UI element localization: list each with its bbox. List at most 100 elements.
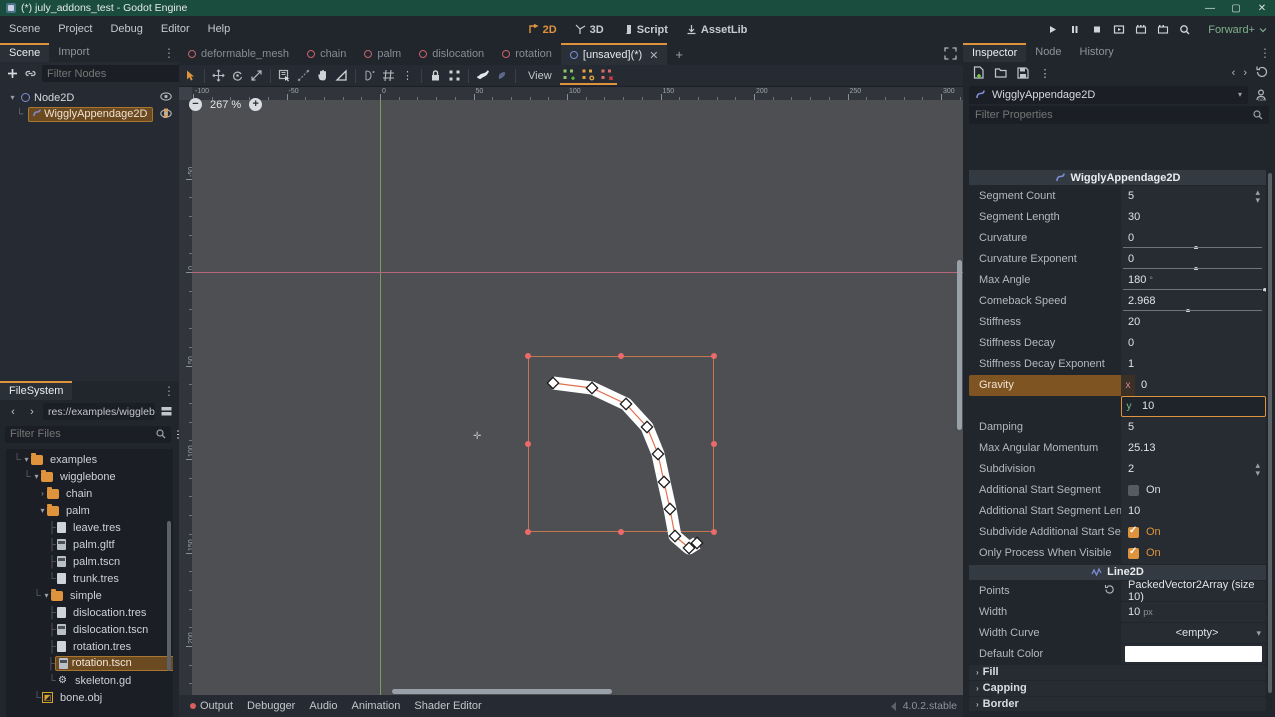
property-value-field[interactable]: 2 ▴ ▾ [1121,459,1266,480]
maximize-button[interactable]: ▢ [1223,0,1249,16]
list-select-icon[interactable] [275,66,294,85]
expand-arrow-icon[interactable]: › [38,489,47,498]
inspector-back-icon[interactable]: ‹ [1232,67,1236,79]
inspector-forward-icon[interactable]: › [1243,67,1247,79]
pause-icon[interactable] [1064,19,1085,40]
inspector-menu-icon[interactable]: ⋮ [1259,46,1271,60]
fs-item-rotation-tscn[interactable]: ├ rotation.tscn [6,655,173,672]
canvas-surface[interactable]: ✛ [192,100,963,695]
property-value-field[interactable]: x 0 [1121,375,1266,396]
bottom-panel-debugger[interactable]: Debugger [240,700,302,712]
tab-3d[interactable]: 3D [567,21,612,39]
property-value-field[interactable]: 10 px [1121,601,1266,622]
tab-assetlib[interactable]: AssetLib [678,21,755,39]
visibility-toggle-icon[interactable] [160,108,172,121]
new-scene-tab-button[interactable]: + [667,43,691,65]
bone-icon[interactable] [473,66,492,85]
fs-item-dislocation-tres[interactable]: ├ dislocation.tres [6,604,173,621]
property-value-field[interactable]: 20 [1121,312,1266,333]
tab-import[interactable]: Import [49,43,98,62]
property-value-field[interactable]: 180 ° [1121,270,1266,292]
tab-scene[interactable]: Scene [0,43,50,62]
renderer-selector[interactable]: Forward+ [1204,24,1271,36]
path-display[interactable]: res://examples/wigglebo [43,403,155,420]
fs-item-trunk-tres[interactable]: └ trunk.tres [6,570,173,587]
debug-icon[interactable] [1174,19,1195,40]
new-resource-icon[interactable] [971,65,987,81]
filter-nodes-field[interactable] [47,67,189,80]
pan-icon[interactable] [313,66,332,85]
chevron-down-icon[interactable]: ▾ [1238,90,1242,99]
filter-files-field[interactable] [10,428,152,440]
back-icon[interactable]: ‹ [5,404,21,420]
inspector-history-icon[interactable] [1255,65,1269,82]
camera-icon[interactable] [1152,19,1173,40]
bottom-panel-animation[interactable]: Animation [345,700,408,712]
fs-item-examples[interactable]: └ ▾ examples [6,451,173,468]
revert-icon[interactable] [1104,584,1115,598]
snap-more-icon[interactable]: ⋮ [398,66,417,85]
group-fill[interactable]: › Fill [969,664,1266,680]
property-value-field[interactable]: 2.968 [1121,291,1266,313]
tab-filesystem[interactable]: FileSystem [0,381,73,400]
skeleton-icon[interactable] [492,66,511,85]
filesystem-scrollbar[interactable] [167,521,171,671]
property-value-field[interactable]: PackedVector2Array (size 10) [1121,579,1266,603]
checkbox-unchecked[interactable] [1128,484,1139,496]
snap-icon[interactable] [360,66,379,85]
ruler-icon[interactable] [294,66,313,85]
property-value-field[interactable]: 10 [1121,501,1266,522]
scene-node-wigglyappendage2d[interactable]: └ WigglyAppendage2D [0,106,179,123]
checkbox-checked[interactable] [1128,546,1139,559]
property-value-field[interactable]: 0 [1121,249,1266,271]
fs-item-dislocation-tscn[interactable]: ├ dislocation.tscn [6,621,173,638]
scene-tab-palm[interactable]: palm [355,43,410,65]
fs-item-palm-gltf[interactable]: ├ palm.gltf [6,536,173,553]
property-value-field[interactable] [1121,643,1266,664]
inspector-scrollbar[interactable] [1268,173,1272,693]
zoom-in-button[interactable]: + [249,98,263,111]
fs-item-chain[interactable]: › chain [6,485,173,502]
tab-history[interactable]: History [1071,43,1123,62]
property-value-field[interactable]: 25.13 [1121,438,1266,459]
tab-node[interactable]: Node [1026,43,1070,62]
edited-object-selector[interactable]: WigglyAppendage2D ▾ [969,85,1248,104]
property-value-field[interactable]: 5 ▴ ▾ [1121,186,1266,207]
expand-arrow-icon[interactable]: ▾ [38,506,47,515]
property-value-field[interactable]: 0 [1121,228,1266,250]
property-value-field[interactable]: 30 [1121,207,1266,228]
property-value-field[interactable]: On [1121,480,1266,501]
menu-project[interactable]: Project [49,16,101,43]
bottom-panel-audio[interactable]: Audio [302,700,344,712]
delete-key-icon[interactable] [598,65,617,84]
save-resource-icon[interactable] [1015,65,1031,81]
property-value-field[interactable]: On [1121,522,1266,543]
fs-item-bone-obj[interactable]: └ ◩ bone.obj [6,689,173,706]
tab-inspector[interactable]: Inspector [963,43,1027,62]
fs-item-rotation-tres[interactable]: ├ rotation.tres [6,638,173,655]
filesystem-menu-icon[interactable]: ⋮ [163,384,175,398]
menu-editor[interactable]: Editor [152,16,199,43]
scene-tab-dislocation[interactable]: dislocation [410,43,493,65]
lock-icon[interactable] [426,66,445,85]
scene-tab-chain[interactable]: chain [298,43,355,65]
move-icon[interactable] [209,66,228,85]
scene-tab-rotation[interactable]: rotation [493,43,561,65]
fs-item-palm[interactable]: ▾ palm [6,502,173,519]
bottom-panel-output[interactable]: Output [183,700,240,712]
menu-help[interactable]: Help [199,16,240,43]
forward-icon[interactable]: › [24,404,40,420]
filter-properties-field[interactable] [975,109,1248,121]
window-controls[interactable]: — ▢ ✕ [1197,0,1275,16]
instance-scene-icon[interactable] [24,66,37,82]
distraction-free-icon[interactable] [944,47,957,63]
close-tab-icon[interactable]: ✕ [649,49,658,62]
fs-item-leave-tres[interactable]: ├ leave.tres [6,519,173,536]
edit-key-icon[interactable] [579,65,598,84]
tab-2d[interactable]: 2D [520,21,565,39]
bottom-panel-shader-editor[interactable]: Shader Editor [407,700,488,712]
add-key-icon[interactable] [560,65,579,84]
expand-arrow-icon[interactable]: ▾ [32,472,41,481]
select-icon[interactable] [181,66,200,85]
scene-node-node2d[interactable]: ▾ Node2D [0,89,179,106]
